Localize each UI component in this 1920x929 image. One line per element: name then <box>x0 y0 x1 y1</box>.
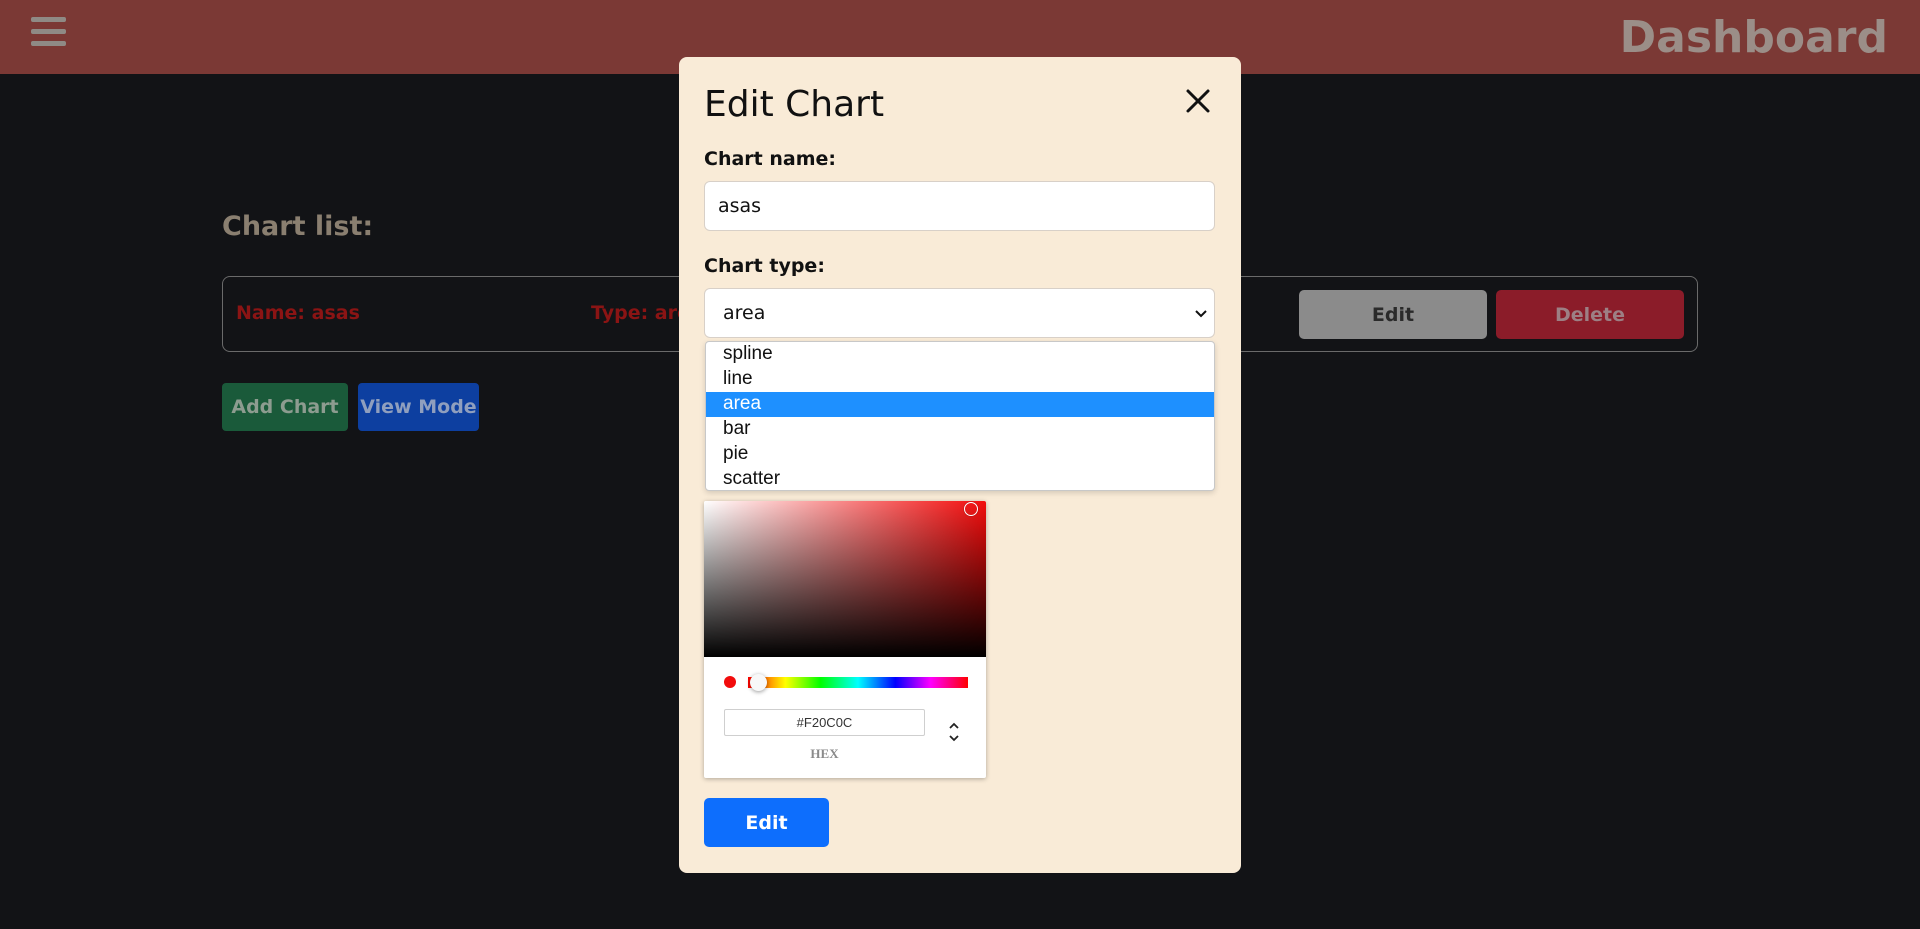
chart-type-label: Chart type: <box>704 255 825 277</box>
chart-row-name: Name: asas <box>236 302 360 324</box>
hue-slider[interactable] <box>748 677 968 688</box>
option-scatter[interactable]: scatter <box>706 467 1214 490</box>
option-line[interactable]: line <box>706 367 1214 392</box>
option-bar[interactable]: bar <box>706 417 1214 442</box>
view-mode-button[interactable]: View Mode <box>358 383 479 431</box>
option-pie[interactable]: pie <box>706 442 1214 467</box>
color-picker: HEX <box>704 501 986 778</box>
color-swatch <box>724 676 736 688</box>
chart-type-value: area <box>723 302 766 324</box>
chart-type-dropdown: spline line area bar pie scatter <box>705 341 1215 491</box>
add-chart-button[interactable]: Add Chart <box>222 383 348 431</box>
edit-chart-button[interactable]: Edit <box>1299 290 1487 339</box>
modal-title: Edit Chart <box>704 84 885 125</box>
hue-slider-handle[interactable] <box>750 674 767 691</box>
option-spline[interactable]: spline <box>706 342 1214 367</box>
page-title: Dashboard <box>1619 12 1888 63</box>
chart-name-label: Chart name: <box>704 148 836 170</box>
option-area[interactable]: area <box>706 392 1214 417</box>
edit-chart-modal: Edit Chart Chart name: Chart type: area … <box>679 57 1241 873</box>
chevron-down-icon <box>1195 310 1207 318</box>
hex-mode-label: HEX <box>810 746 839 761</box>
chart-list-title: Chart list: <box>222 211 374 242</box>
saturation-area[interactable] <box>704 501 986 657</box>
delete-chart-button[interactable]: Delete <box>1496 290 1684 339</box>
submit-edit-button[interactable]: Edit <box>704 798 829 847</box>
hex-input[interactable] <box>724 709 925 736</box>
up-down-toggle-icon[interactable] <box>947 719 961 745</box>
hamburger-menu-icon[interactable] <box>31 17 66 51</box>
chart-type-select[interactable]: area <box>704 288 1215 338</box>
close-icon[interactable] <box>1183 86 1213 116</box>
saturation-handle[interactable] <box>964 502 978 516</box>
chart-name-input[interactable] <box>704 181 1215 231</box>
